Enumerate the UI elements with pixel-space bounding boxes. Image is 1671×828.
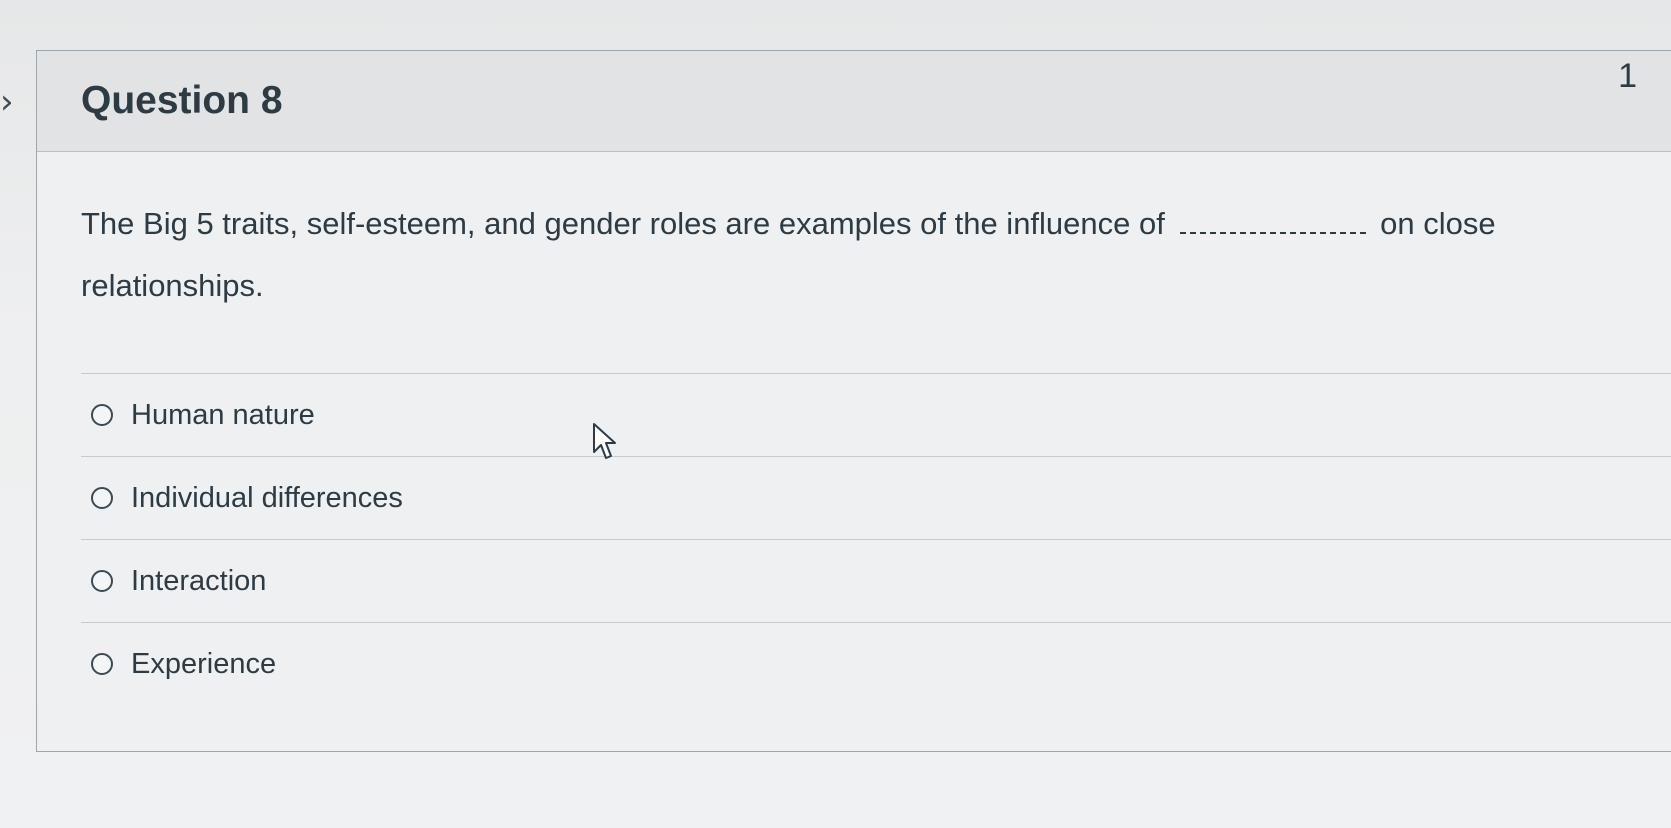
fill-in-blank [1179, 210, 1366, 234]
question-card: Question 8 1 The Big 5 traits, self-este… [36, 50, 1671, 752]
answer-option-experience[interactable]: Experience [81, 623, 1671, 705]
answer-list: Human nature Individual differences Inte… [81, 373, 1671, 705]
answer-label: Interaction [131, 564, 267, 597]
question-title: Question 8 [81, 79, 283, 122]
question-text-before: The Big 5 traits, self-esteem, and gende… [81, 206, 1165, 241]
mouse-pointer-icon [593, 423, 616, 459]
quiz-page: › Question 8 1 The Big 5 traits, self-es… [0, 0, 1671, 828]
chevron-right-icon[interactable]: › [0, 82, 22, 122]
question-body: The Big 5 traits, self-esteem, and gende… [81, 193, 1661, 317]
answer-option-human-nature[interactable]: Human nature [81, 374, 1671, 457]
question-points: 1 [1618, 57, 1637, 95]
question-text: The Big 5 traits, self-esteem, and gende… [81, 193, 1661, 317]
radio-button[interactable] [91, 653, 113, 675]
answer-label: Human nature [131, 398, 315, 431]
answer-label: Individual differences [131, 481, 403, 514]
answer-option-interaction[interactable]: Interaction [81, 540, 1671, 623]
radio-button[interactable] [91, 570, 113, 592]
answer-option-individual-differences[interactable]: Individual differences [81, 457, 1671, 540]
answer-label: Experience [131, 647, 277, 680]
question-header: Question 8 1 [37, 51, 1671, 152]
radio-button[interactable] [91, 404, 113, 426]
radio-button[interactable] [91, 487, 113, 509]
